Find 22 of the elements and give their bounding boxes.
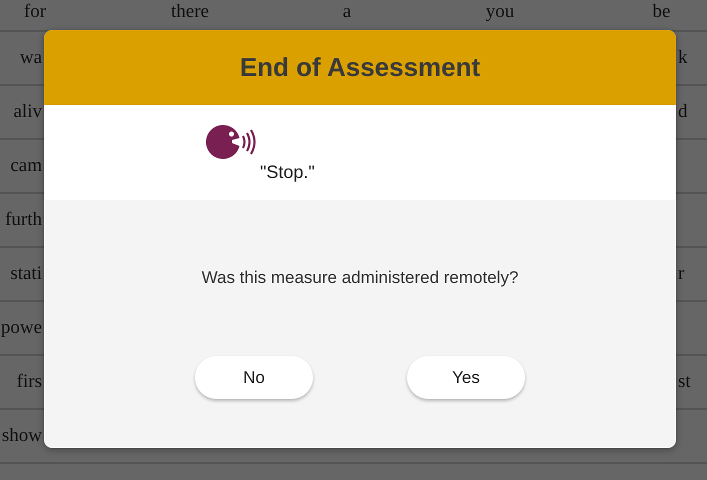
answer-button[interactable]: Yes xyxy=(407,356,525,399)
table-cell: st xyxy=(678,371,691,393)
prompt-text: "Stop." xyxy=(260,162,315,183)
table-cell: d xyxy=(678,101,688,123)
table-cell: for xyxy=(24,1,46,23)
table-cell: show xyxy=(2,425,42,447)
table-cell: cam xyxy=(10,155,42,177)
table-cell: furth xyxy=(5,209,42,231)
table-cell: there xyxy=(171,1,209,23)
table-cell: powe xyxy=(0,317,42,339)
table-cell: a xyxy=(342,1,352,23)
table-cell: r xyxy=(678,263,684,285)
answer-button[interactable]: No xyxy=(195,356,313,399)
question-text: Was this measure administered remotely? xyxy=(202,268,518,288)
table-cell: firs xyxy=(16,371,42,393)
dialog-title: End of Assessment xyxy=(240,52,480,83)
table-cell: you xyxy=(486,1,514,23)
table-cell: wa xyxy=(20,47,42,69)
table-cell: k xyxy=(678,47,688,69)
table-cell: aliv xyxy=(14,101,42,123)
table-cell: be xyxy=(652,1,670,23)
table-cell: stati xyxy=(10,263,42,285)
